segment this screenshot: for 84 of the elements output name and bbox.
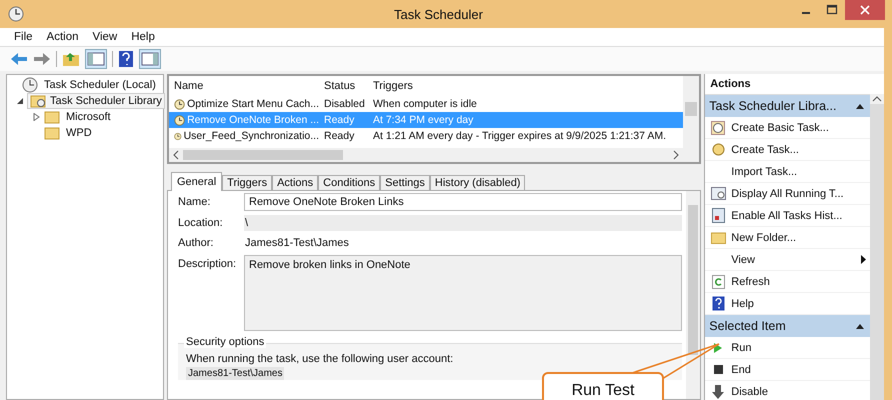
- table-cell-text: Ready: [323, 130, 356, 142]
- menu-item[interactable]: View: [92, 31, 118, 43]
- name-field[interactable]: Remove OneNote Broken Links: [244, 193, 682, 211]
- section-header[interactable]: Task Scheduler Libra...: [705, 95, 870, 117]
- help-icon[interactable]: [118, 50, 134, 68]
- folder-icon: [710, 231, 726, 244]
- table-cell-text: Ready: [323, 114, 356, 126]
- tree-item[interactable]: Task Scheduler (Local): [41, 78, 159, 92]
- column-header[interactable]: Name: [169, 80, 319, 92]
- menu-item[interactable]: File: [14, 31, 33, 43]
- command-link[interactable]: Run: [731, 342, 866, 354]
- vertical-scrollbar[interactable]: [683, 76, 700, 162]
- back-arrow-icon[interactable]: [10, 51, 28, 67]
- field-label: Name:: [178, 195, 212, 208]
- command-link[interactable]: View: [731, 254, 861, 266]
- help-icon: [712, 296, 725, 311]
- section-title: Task Scheduler Libra...: [709, 99, 836, 113]
- tab[interactable]: Settings: [380, 175, 430, 190]
- group-title: Security options: [184, 336, 266, 348]
- command-link[interactable]: Refresh: [731, 276, 866, 288]
- command-link[interactable]: Display All Running T...: [731, 188, 866, 200]
- expander-icon[interactable]: [32, 113, 40, 121]
- window-title: Task Scheduler: [393, 6, 484, 22]
- folder-icon: [44, 110, 60, 124]
- user-account-field: James81-Test\James: [186, 367, 284, 380]
- command-link[interactable]: Enable All Tasks Hist...: [731, 210, 866, 222]
- tab[interactable]: Actions: [272, 175, 318, 190]
- document-icon: [712, 208, 725, 223]
- command-link[interactable]: New Folder...: [731, 232, 866, 244]
- tree-item[interactable]: Microsoft: [63, 110, 114, 124]
- task-row[interactable]: User_Feed_Synchronizatio... Ready At 1:21 AM every day - Trigger expires at 9/9/2025 1:21:37 AM.: [169, 128, 684, 144]
- window-icon: [710, 187, 726, 200]
- menu-item[interactable]: Action: [46, 31, 78, 43]
- horizontal-scrollbar[interactable]: [169, 148, 684, 162]
- pane-toggle-icon[interactable]: [85, 49, 107, 69]
- column-header[interactable]: Status: [319, 80, 368, 92]
- table-cell: Remove OneNote Broken ...: [187, 114, 319, 126]
- section-title: Selected Item: [709, 319, 786, 333]
- down-arrow-icon: [712, 384, 724, 398]
- close-button[interactable]: [845, 0, 885, 20]
- table-cell-text: At 7:34 PM every day: [372, 114, 474, 126]
- expander-icon[interactable]: [17, 97, 24, 105]
- tree-item[interactable]: Task Scheduler Library: [27, 93, 165, 109]
- command-link[interactable]: Create Task...: [731, 144, 866, 156]
- folder-clock-icon: [30, 94, 46, 108]
- field-value: James81-Test\James: [244, 236, 350, 251]
- section-header[interactable]: Selected Item: [705, 315, 870, 337]
- tab[interactable]: Triggers: [222, 175, 272, 190]
- security-text: When running the task, use the following user account:: [186, 353, 454, 365]
- description-field[interactable]: Remove broken links in OneNote: [244, 255, 682, 331]
- menu-item[interactable]: Help: [131, 31, 155, 43]
- table-cell: User_Feed_Synchronizatio...: [184, 130, 319, 142]
- callout: Run Test: [542, 372, 664, 400]
- tree-item[interactable]: WPD: [63, 126, 95, 140]
- command-link[interactable]: Help: [731, 298, 866, 310]
- command-link[interactable]: Import Task...: [731, 166, 866, 178]
- location-field: \: [244, 215, 682, 231]
- play-icon: [713, 342, 724, 354]
- table-cell-text: At 1:21 AM every day - Trigger expires at 9/9/2025 1:21:37 AM.: [372, 130, 667, 142]
- folder-up-icon[interactable]: [62, 51, 80, 67]
- scroll-up-icon[interactable]: [870, 94, 884, 104]
- folder-icon: [44, 126, 60, 140]
- column-header[interactable]: Triggers: [368, 80, 684, 92]
- tab[interactable]: General: [171, 172, 222, 191]
- field-label: Description:: [178, 257, 238, 270]
- command-link[interactable]: End: [731, 364, 866, 376]
- command-link[interactable]: Disable: [731, 386, 866, 398]
- refresh-icon: [712, 274, 725, 288]
- field-label: Author:: [178, 236, 214, 249]
- vertical-scrollbar[interactable]: [870, 94, 884, 400]
- stop-icon: [714, 365, 723, 374]
- vertical-scrollbar[interactable]: [686, 191, 700, 399]
- table-cell-text: Disabled: [323, 98, 366, 110]
- pane-toggle-icon[interactable]: [139, 49, 161, 69]
- forward-arrow-icon[interactable]: [33, 51, 51, 67]
- collapse-icon[interactable]: [856, 323, 864, 329]
- tab[interactable]: History (disabled): [430, 175, 526, 190]
- field-label: Location:: [178, 216, 224, 229]
- collapse-icon[interactable]: [856, 103, 864, 109]
- table-cell: Optimize Start Menu Cach...: [187, 98, 319, 110]
- table-cell-text: When computer is idle: [372, 98, 478, 110]
- command-link[interactable]: Create Basic Task...: [731, 122, 866, 134]
- tab[interactable]: Conditions: [318, 175, 380, 190]
- task-row[interactable]: Optimize Start Menu Cach... Disabled When computer is idle: [169, 96, 684, 112]
